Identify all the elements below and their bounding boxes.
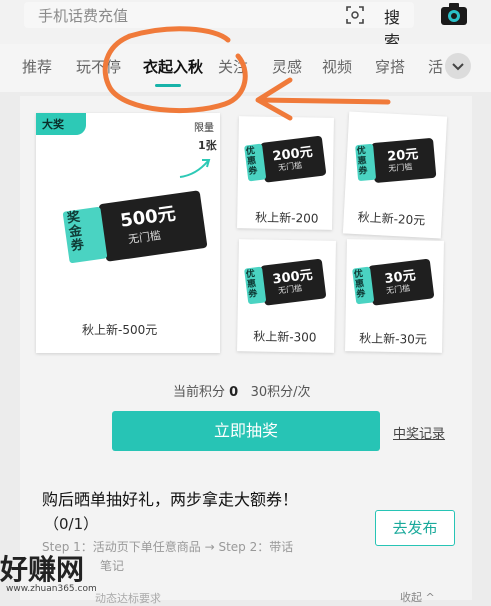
category-tabs: 推荐 玩不停 衣起入秋 关注 灵感 视频 穿搭 活 bbox=[0, 44, 491, 92]
task-steps-line2: 笔记 bbox=[100, 559, 125, 573]
tab-recommend[interactable]: 推荐 bbox=[22, 56, 52, 77]
tab-follow[interactable]: 关注 bbox=[218, 56, 248, 77]
camera-icon[interactable] bbox=[440, 2, 468, 26]
ticket-sub: 无门槛 bbox=[388, 162, 413, 174]
corner-tag-text: 大奖 bbox=[42, 118, 64, 131]
coupon-label: 秋上新-300 bbox=[253, 329, 317, 345]
featured-coupon-card[interactable]: 大奖 限量 1张 奖金券 500元 无门槛 秋上新-500元 bbox=[36, 113, 220, 353]
coupon-card-300[interactable]: 优惠券 300元 无门槛 秋上新-300 bbox=[237, 239, 336, 353]
coupon-card-200[interactable]: 优惠券 200元 无门槛 秋上新-200 bbox=[237, 116, 334, 230]
corner-tag: 大奖 bbox=[36, 113, 86, 135]
tab-video[interactable]: 视频 bbox=[322, 56, 352, 77]
points-cost: 30积分/次 bbox=[250, 385, 311, 400]
chevron-down-icon bbox=[452, 63, 464, 71]
draw-button[interactable]: 立即抽奖 bbox=[112, 411, 380, 451]
coupon-label: 秋上新-30元 bbox=[359, 331, 427, 347]
top-bar: 手机话费充值 搜索 bbox=[0, 0, 491, 51]
watermark-url: www.zhuan365.com bbox=[6, 584, 97, 594]
tab-outfit[interactable]: 穿搭 bbox=[375, 56, 405, 77]
search-input[interactable]: 手机话费充值 搜索 bbox=[24, 2, 414, 51]
limit-label: 限量 bbox=[194, 123, 214, 134]
coupon-card-20[interactable]: 优惠券 20元 无门槛 秋上新-20元 bbox=[342, 111, 448, 239]
task-steps-line1: Step 1：活动页下单任意商品 → Step 2：带话 bbox=[42, 540, 294, 554]
coupon-card-30[interactable]: 优惠券 30元 无门槛 秋上新-30元 bbox=[345, 239, 444, 353]
collapse-toggle[interactable]: 收起 ^ bbox=[400, 589, 435, 605]
publish-button[interactable]: 去发布 bbox=[375, 510, 455, 546]
tabs-expand-button[interactable] bbox=[445, 53, 471, 79]
coupon-label: 秋上新-500元 bbox=[82, 323, 158, 337]
limit-count: 1张 bbox=[198, 139, 217, 152]
task-requirement-label: 动态达标要求 bbox=[95, 592, 161, 605]
task-progress: （0/1） bbox=[44, 515, 99, 533]
scan-icon[interactable] bbox=[346, 6, 364, 24]
points-info: 当前积分 0 30积分/次 bbox=[173, 381, 311, 400]
tab-inspiration[interactable]: 灵感 bbox=[272, 56, 302, 77]
tab-autumn[interactable]: 衣起入秋 bbox=[143, 56, 203, 77]
prize-records-link[interactable]: 中奖记录 bbox=[393, 423, 445, 442]
points-value: 0 bbox=[229, 385, 239, 400]
coupon-label: 秋上新-20元 bbox=[357, 210, 426, 228]
ticket-stub-text: 优惠券 bbox=[356, 146, 368, 177]
tab-more-partial[interactable]: 活 bbox=[428, 56, 443, 77]
coupon-label: 秋上新-200 bbox=[255, 210, 319, 226]
task-title: 购后晒单抽好礼，两步拿走大额券！ bbox=[42, 490, 299, 509]
task-steps: Step 1：活动页下单任意商品 → Step 2：带话 笔记 bbox=[42, 538, 342, 576]
active-tab-indicator bbox=[155, 84, 181, 87]
search-placeholder: 手机话费充值 bbox=[38, 7, 129, 25]
watermark-logo: 好赚网 bbox=[0, 553, 85, 586]
points-prefix: 当前积分 bbox=[173, 385, 226, 400]
tab-play[interactable]: 玩不停 bbox=[76, 56, 121, 77]
arrow-icon bbox=[179, 159, 211, 178]
